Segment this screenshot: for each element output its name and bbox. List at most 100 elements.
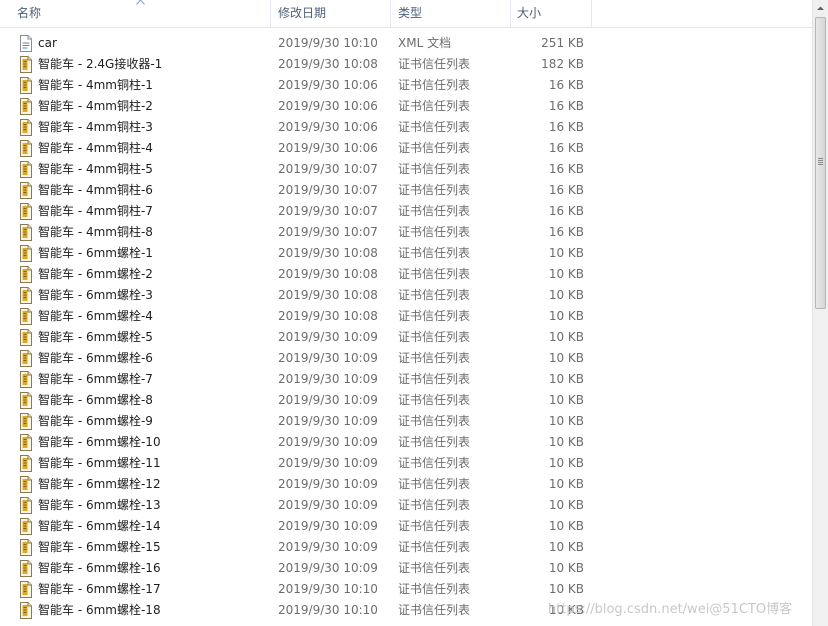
file-type: 证书信任列表 [398, 267, 471, 281]
file-row[interactable]: 智能车 - 6mm螺栓-12 2019/9/30 10:09 证书信任列表 10… [0, 474, 812, 495]
file-row[interactable]: 智能车 - 6mm螺栓-3 2019/9/30 10:08 证书信任列表 10 … [0, 285, 812, 306]
file-date-modified: 2019/9/30 10:07 [278, 204, 378, 218]
file-date-modified: 2019/9/30 10:09 [278, 330, 378, 344]
file-size: 10 KB [548, 561, 584, 575]
file-date-modified: 2019/9/30 10:08 [278, 267, 378, 281]
file-date-modified: 2019/9/30 10:09 [278, 561, 378, 575]
file-row[interactable]: 智能车 - 4mm铜柱-3 2019/9/30 10:06 证书信任列表 16 … [0, 117, 812, 138]
file-row[interactable]: 智能车 - 4mm铜柱-6 2019/9/30 10:07 证书信任列表 16 … [0, 180, 812, 201]
file-row[interactable]: car 2019/9/30 10:10 XML 文档 251 KB [0, 33, 812, 54]
file-name: 智能车 - 6mm螺栓-4 [38, 309, 153, 323]
certificate-trust-list-icon [20, 476, 32, 493]
file-name: 智能车 - 4mm铜柱-2 [38, 99, 153, 113]
file-row[interactable]: 智能车 - 4mm铜柱-5 2019/9/30 10:07 证书信任列表 16 … [0, 159, 812, 180]
file-row[interactable]: 智能车 - 4mm铜柱-4 2019/9/30 10:06 证书信任列表 16 … [0, 138, 812, 159]
file-date-modified: 2019/9/30 10:09 [278, 540, 378, 554]
file-name: 智能车 - 4mm铜柱-4 [38, 141, 153, 155]
file-name: 智能车 - 6mm螺栓-18 [38, 603, 161, 617]
file-row[interactable]: 智能车 - 6mm螺栓-2 2019/9/30 10:08 证书信任列表 10 … [0, 264, 812, 285]
file-date-modified: 2019/9/30 10:10 [278, 603, 378, 617]
file-type: 证书信任列表 [398, 498, 471, 512]
file-name: 智能车 - 6mm螺栓-17 [38, 582, 161, 596]
scroll-up-arrow-icon[interactable] [813, 0, 828, 17]
file-row[interactable]: 智能车 - 6mm螺栓-8 2019/9/30 10:09 证书信任列表 10 … [0, 390, 812, 411]
file-date-modified: 2019/9/30 10:07 [278, 162, 378, 176]
file-date-modified: 2019/9/30 10:08 [278, 288, 378, 302]
column-header-type[interactable]: 类型 [391, 0, 511, 27]
file-row[interactable]: 智能车 - 4mm铜柱-7 2019/9/30 10:07 证书信任列表 16 … [0, 201, 812, 222]
file-type: 证书信任列表 [398, 78, 471, 92]
file-date-modified: 2019/9/30 10:09 [278, 519, 378, 533]
vertical-scrollbar[interactable] [812, 0, 828, 626]
file-date-modified: 2019/9/30 10:09 [278, 435, 378, 449]
certificate-trust-list-icon [20, 392, 32, 409]
file-row[interactable]: 智能车 - 2.4G接收器-1 2019/9/30 10:08 证书信任列表 1… [0, 54, 812, 75]
certificate-trust-list-icon [20, 518, 32, 535]
file-name: 智能车 - 4mm铜柱-7 [38, 204, 153, 218]
file-row[interactable]: 智能车 - 6mm螺栓-1 2019/9/30 10:08 证书信任列表 10 … [0, 243, 812, 264]
file-date-modified: 2019/9/30 10:06 [278, 141, 378, 155]
column-header-name[interactable]: 名称 [0, 0, 271, 27]
certificate-trust-list-icon [20, 497, 32, 514]
file-row[interactable]: 智能车 - 4mm铜柱-8 2019/9/30 10:07 证书信任列表 16 … [0, 222, 812, 243]
column-header-date[interactable]: 修改日期 [271, 0, 391, 27]
file-type: 证书信任列表 [398, 519, 471, 533]
file-row[interactable]: 智能车 - 6mm螺栓-10 2019/9/30 10:09 证书信任列表 10… [0, 432, 812, 453]
file-type: 证书信任列表 [398, 582, 471, 596]
file-date-modified: 2019/9/30 10:08 [278, 57, 378, 71]
file-size: 10 KB [548, 519, 584, 533]
file-row[interactable]: 智能车 - 4mm铜柱-2 2019/9/30 10:06 证书信任列表 16 … [0, 96, 812, 117]
file-date-modified: 2019/9/30 10:06 [278, 99, 378, 113]
file-name: 智能车 - 6mm螺栓-9 [38, 414, 153, 428]
column-header-size[interactable]: 大小 [511, 0, 592, 27]
certificate-trust-list-icon [20, 98, 32, 115]
file-date-modified: 2019/9/30 10:09 [278, 456, 378, 470]
file-type: 证书信任列表 [398, 435, 471, 449]
file-size: 10 KB [548, 540, 584, 554]
file-size: 10 KB [548, 309, 584, 323]
file-type: 证书信任列表 [398, 456, 471, 470]
column-header: 名称 修改日期 类型 大小 [0, 0, 812, 28]
file-type: 证书信任列表 [398, 225, 471, 239]
file-name: 智能车 - 6mm螺栓-12 [38, 477, 161, 491]
file-size: 16 KB [548, 162, 584, 176]
file-row[interactable]: 智能车 - 4mm铜柱-1 2019/9/30 10:06 证书信任列表 16 … [0, 75, 812, 96]
file-row[interactable]: 智能车 - 6mm螺栓-14 2019/9/30 10:09 证书信任列表 10… [0, 516, 812, 537]
file-name: 智能车 - 4mm铜柱-8 [38, 225, 153, 239]
watermark: https://blog.csdn.net/wei@51CTO博客 [548, 602, 793, 617]
file-size: 10 KB [548, 393, 584, 407]
file-row[interactable]: 智能车 - 6mm螺栓-5 2019/9/30 10:09 证书信任列表 10 … [0, 327, 812, 348]
file-type: 证书信任列表 [398, 561, 471, 575]
file-row[interactable]: 智能车 - 6mm螺栓-6 2019/9/30 10:09 证书信任列表 10 … [0, 348, 812, 369]
file-type: 证书信任列表 [398, 330, 471, 344]
file-size: 10 KB [548, 330, 584, 344]
file-type: 证书信任列表 [398, 120, 471, 134]
file-name: 智能车 - 4mm铜柱-1 [38, 78, 153, 92]
file-date-modified: 2019/9/30 10:08 [278, 246, 378, 260]
certificate-trust-list-icon [20, 119, 32, 136]
xml-file-icon [20, 35, 32, 52]
file-row[interactable]: 智能车 - 6mm螺栓-11 2019/9/30 10:09 证书信任列表 10… [0, 453, 812, 474]
file-name: car [38, 36, 57, 50]
file-date-modified: 2019/9/30 10:09 [278, 351, 378, 365]
file-row[interactable]: 智能车 - 6mm螺栓-9 2019/9/30 10:09 证书信任列表 10 … [0, 411, 812, 432]
file-name: 智能车 - 6mm螺栓-3 [38, 288, 153, 302]
file-row[interactable]: 智能车 - 6mm螺栓-4 2019/9/30 10:08 证书信任列表 10 … [0, 306, 812, 327]
file-size: 10 KB [548, 372, 584, 386]
file-name: 智能车 - 6mm螺栓-5 [38, 330, 153, 344]
file-size: 16 KB [548, 78, 584, 92]
file-name: 智能车 - 6mm螺栓-7 [38, 372, 153, 386]
file-size: 10 KB [548, 456, 584, 470]
certificate-trust-list-icon [20, 581, 32, 598]
scrollbar-thumb[interactable] [815, 17, 826, 309]
file-row[interactable]: 智能车 - 6mm螺栓-16 2019/9/30 10:09 证书信任列表 10… [0, 558, 812, 579]
file-row[interactable]: 智能车 - 6mm螺栓-17 2019/9/30 10:10 证书信任列表 10… [0, 579, 812, 600]
column-header-date-label: 修改日期 [278, 6, 327, 20]
certificate-trust-list-icon [20, 350, 32, 367]
file-row[interactable]: 智能车 - 6mm螺栓-13 2019/9/30 10:09 证书信任列表 10… [0, 495, 812, 516]
file-size: 10 KB [548, 582, 584, 596]
file-type: 证书信任列表 [398, 603, 471, 617]
file-row[interactable]: 智能车 - 6mm螺栓-15 2019/9/30 10:09 证书信任列表 10… [0, 537, 812, 558]
file-name: 智能车 - 2.4G接收器-1 [38, 57, 163, 71]
file-row[interactable]: 智能车 - 6mm螺栓-7 2019/9/30 10:09 证书信任列表 10 … [0, 369, 812, 390]
